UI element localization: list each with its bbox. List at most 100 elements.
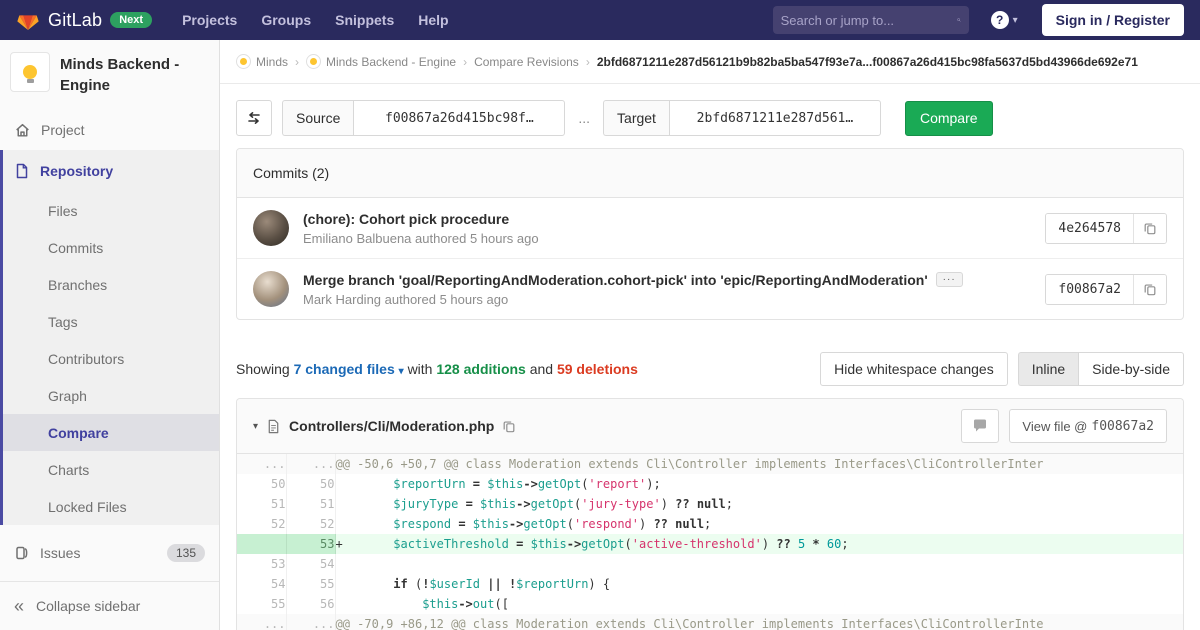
copy-path-icon[interactable]: [502, 419, 516, 433]
swap-revisions-button[interactable]: [236, 100, 272, 136]
diff-code-line: + $activeThreshold = $this->getOpt('acti…: [335, 534, 1183, 554]
help-menu[interactable]: ? ▾: [991, 11, 1018, 29]
diff-line-number-old[interactable]: [237, 534, 286, 554]
breadcrumb-links: Minds›Minds Backend - Engine›Compare Rev…: [236, 54, 590, 69]
target-input[interactable]: [669, 100, 881, 136]
diff-line-number-old[interactable]: 53: [237, 554, 286, 574]
sidebar-item-tags[interactable]: Tags: [3, 303, 219, 340]
project-title: Minds Backend - Engine: [60, 52, 209, 96]
diff-code-line: $juryType = $this->getOpt('jury-type') ?…: [335, 494, 1183, 514]
inline-view-button[interactable]: Inline: [1018, 352, 1078, 386]
sidebar-item-compare[interactable]: Compare: [3, 414, 219, 451]
source-input[interactable]: [353, 100, 565, 136]
commit-sha-chip: 4e264578: [1045, 213, 1167, 244]
commit-row: (chore): Cohort pick procedure Emiliano …: [237, 198, 1183, 258]
sidebar-item-repository[interactable]: Repository: [3, 150, 219, 192]
copy-sha-button[interactable]: [1133, 214, 1166, 243]
diff-line-number-new: ...: [286, 614, 335, 630]
diff-line-number-old[interactable]: 50: [237, 474, 286, 494]
compare-button[interactable]: Compare: [905, 101, 993, 136]
target-ref-group: Target: [603, 100, 881, 136]
commit-sha[interactable]: f00867a2: [1046, 275, 1133, 304]
view-file-button[interactable]: View file @ f00867a2: [1009, 409, 1167, 443]
sidebar-item-branches[interactable]: Branches: [3, 266, 219, 303]
diff-line: 5252 $respond = $this->getOpt('respond')…: [237, 514, 1183, 534]
search-input[interactable]: [781, 13, 957, 28]
crumb-avatar: [306, 54, 321, 69]
issues-count-badge: 135: [167, 544, 205, 562]
diff-table: ...... @@ -50,6 +50,7 @@ class Moderation…: [237, 454, 1183, 630]
nav-link-groups[interactable]: Groups: [249, 12, 323, 28]
diff-line-number-old[interactable]: 55: [237, 594, 286, 614]
search-box[interactable]: [773, 6, 969, 34]
sidebar-item-contributors[interactable]: Contributors: [3, 340, 219, 377]
diff-line-number-new[interactable]: 53: [286, 534, 335, 554]
changed-files-dropdown[interactable]: 7 changed files ▾: [294, 361, 404, 377]
diff-line-number-old[interactable]: 54: [237, 574, 286, 594]
diff-code-line: @@ -70,9 +86,12 @@ class Moderation exte…: [335, 614, 1183, 630]
sidebar-item-project[interactable]: Project: [0, 110, 219, 150]
file-icon: [266, 419, 281, 434]
copy-icon: [1143, 221, 1157, 235]
logo-wordmark: GitLab: [48, 10, 102, 31]
target-label: Target: [603, 100, 669, 136]
project-header[interactable]: Minds Backend - Engine: [0, 40, 219, 110]
nav-link-snippets[interactable]: Snippets: [323, 12, 406, 28]
copy-sha-button[interactable]: [1133, 275, 1166, 304]
document-icon: [14, 163, 30, 179]
commit-title[interactable]: (chore): Cohort pick procedure: [303, 211, 1031, 227]
avatar: [253, 271, 289, 307]
diff-line-number-new[interactable]: 50: [286, 474, 335, 494]
gitlab-logo[interactable]: GitLab: [16, 8, 102, 32]
sidebar-item-issues[interactable]: Issues 135: [0, 533, 219, 573]
sidebar-item-files[interactable]: Files: [3, 192, 219, 229]
sign-in-register-button[interactable]: Sign in / Register: [1042, 4, 1184, 36]
diff-line-number-new[interactable]: 51: [286, 494, 335, 514]
tanuki-icon: [16, 8, 40, 32]
deletions-count: 59 deletions: [557, 361, 638, 377]
diff-line: 53+ $activeThreshold = $this->getOpt('ac…: [237, 534, 1183, 554]
breadcrumb-link-compare-revisions[interactable]: Compare Revisions: [474, 55, 579, 69]
file-path[interactable]: Controllers/Cli/Moderation.php: [289, 418, 494, 434]
commit-sha[interactable]: 4e264578: [1046, 214, 1133, 243]
primary-nav: ProjectsGroupsSnippetsHelp: [170, 12, 461, 28]
sidebar-item-locked-files[interactable]: Locked Files: [3, 488, 219, 525]
sidebar-item-label: Project: [41, 122, 85, 138]
crumb-avatar: [236, 54, 251, 69]
diff-line-number-old[interactable]: 52: [237, 514, 286, 534]
diff-line-number-new[interactable]: 56: [286, 594, 335, 614]
diff-line-number-new[interactable]: 55: [286, 574, 335, 594]
commit-description-toggle[interactable]: ···: [936, 272, 963, 287]
diff-line-number-new[interactable]: 54: [286, 554, 335, 574]
diff-code-line: $this->out([: [335, 594, 1183, 614]
commit-sha-chip: f00867a2: [1045, 274, 1167, 305]
source-ref-group: Source: [282, 100, 565, 136]
breadcrumb-bar: Minds›Minds Backend - Engine›Compare Rev…: [220, 40, 1200, 84]
sidebar-item-graph[interactable]: Graph: [3, 377, 219, 414]
diff-code-line: [335, 554, 1183, 574]
sidebar-item-charts[interactable]: Charts: [3, 451, 219, 488]
search-icon: [957, 13, 961, 27]
main-content: Minds›Minds Backend - Engine›Compare Rev…: [220, 40, 1200, 630]
collapse-sidebar-button[interactable]: « Collapse sidebar: [0, 582, 219, 630]
comment-button[interactable]: [961, 409, 999, 443]
sidebar-item-label: Repository: [40, 163, 113, 179]
diff-line-number-new[interactable]: 52: [286, 514, 335, 534]
diff-line-number-old[interactable]: 51: [237, 494, 286, 514]
repository-section: Repository FilesCommitsBranchesTagsContr…: [0, 150, 219, 525]
help-icon: ?: [991, 11, 1009, 29]
diff-code-line: if (!$userId || !$reportUrn) {: [335, 574, 1183, 594]
breadcrumb-link-minds[interactable]: Minds: [236, 54, 288, 69]
nav-link-projects[interactable]: Projects: [170, 12, 249, 28]
file-collapse-caret[interactable]: ▾: [253, 421, 258, 432]
sidebar-item-commits[interactable]: Commits: [3, 229, 219, 266]
diff-code-line: @@ -50,6 +50,7 @@ class Moderation exten…: [335, 454, 1183, 474]
breadcrumb-link-minds-backend-engine[interactable]: Minds Backend - Engine: [306, 54, 456, 69]
diff-mode-toggle: Inline Side-by-side: [1018, 352, 1184, 386]
side-by-side-view-button[interactable]: Side-by-side: [1078, 352, 1184, 386]
nav-link-help[interactable]: Help: [406, 12, 460, 28]
diff-line-number-old: ...: [237, 614, 286, 630]
hide-whitespace-button[interactable]: Hide whitespace changes: [820, 352, 1008, 386]
diff-summary-row: Showing 7 changed files ▾ with 128 addit…: [236, 352, 1184, 386]
commit-title[interactable]: Merge branch 'goal/ReportingAndModeratio…: [303, 272, 1031, 288]
